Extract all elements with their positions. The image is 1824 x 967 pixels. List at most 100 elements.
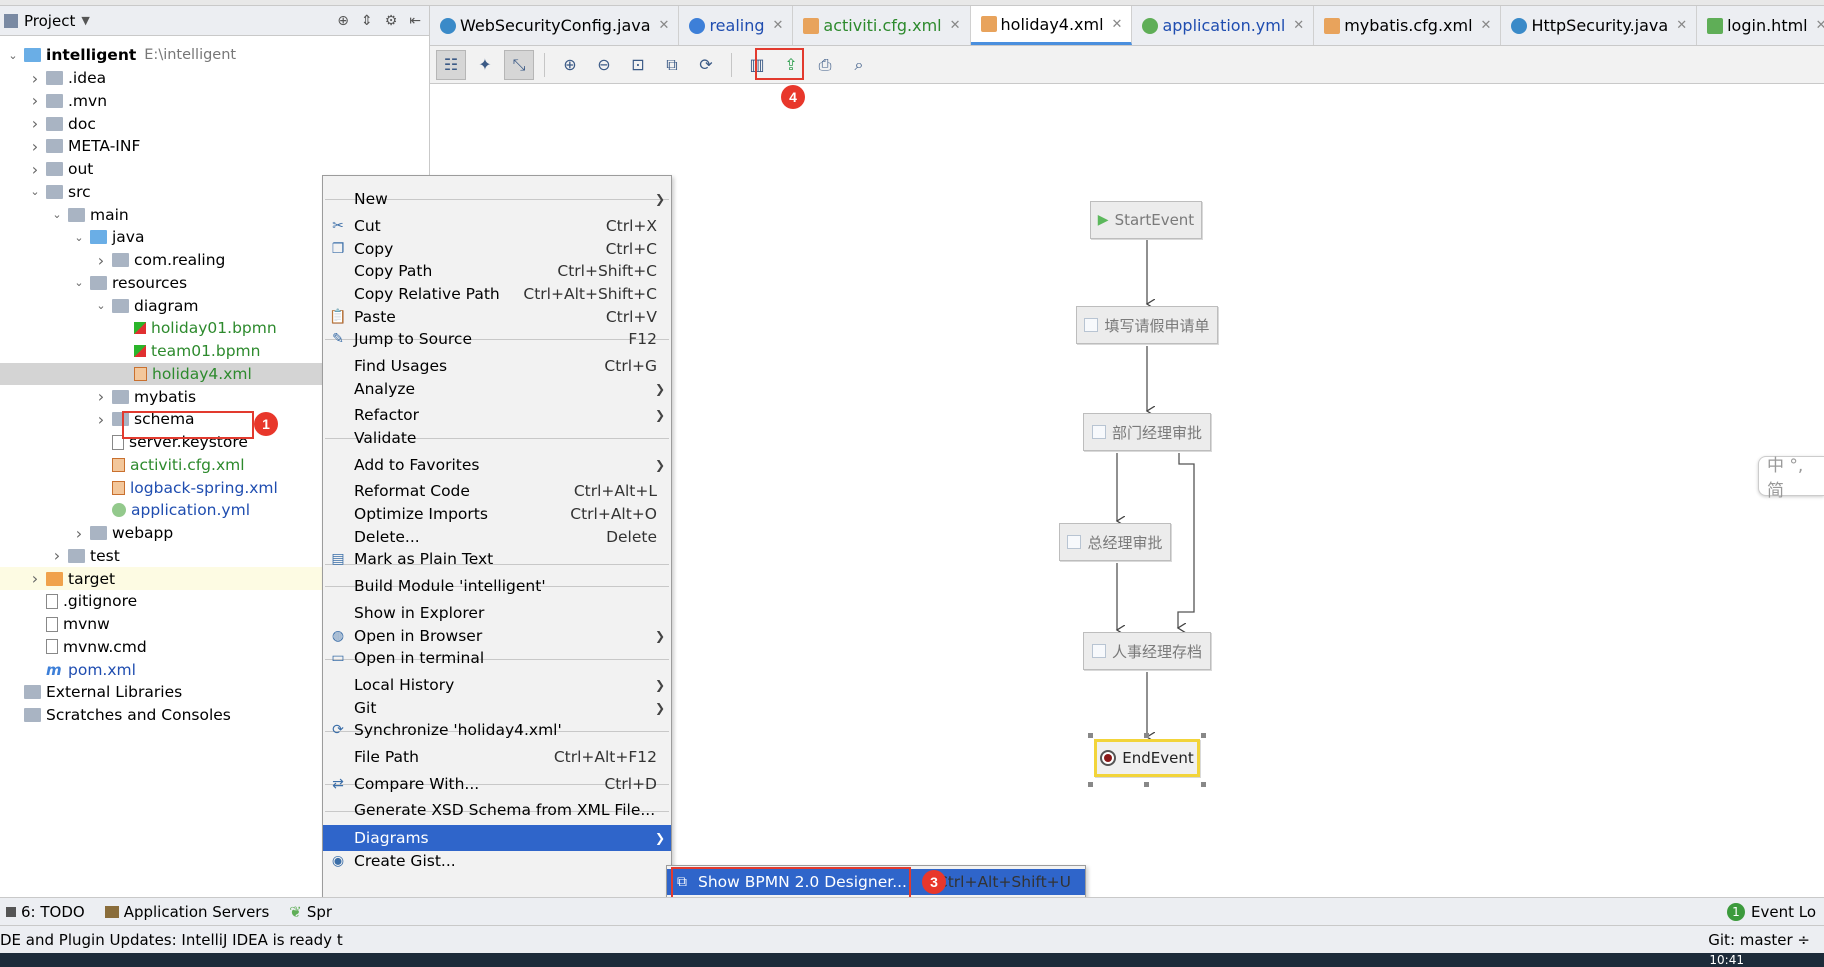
chevron-right-icon[interactable]: ›: [28, 569, 42, 588]
chevron-right-icon[interactable]: ›: [94, 387, 108, 406]
tree-item-label: doc: [68, 114, 96, 133]
folder-icon: [68, 548, 85, 563]
chevron-right-icon[interactable]: ›: [94, 251, 108, 270]
tree-item[interactable]: › .idea: [0, 67, 429, 90]
submenu-arrow-icon: ❯: [654, 678, 665, 692]
selection-handle[interactable]: [1088, 782, 1093, 787]
selection-handle[interactable]: [1144, 733, 1149, 738]
menu-item-shortcut: Ctrl+V: [605, 308, 657, 326]
menu-item-jump-to-source[interactable]: ✎ Jump to Source F12: [323, 326, 671, 352]
spring-tool-button[interactable]: ❦ Spr: [283, 903, 346, 921]
callout-1: 1: [254, 412, 278, 436]
chevron-down-icon[interactable]: ⌄: [28, 185, 42, 198]
tree-item[interactable]: › doc: [0, 112, 429, 135]
close-icon[interactable]: ✕: [950, 18, 961, 33]
application-servers-tool-button[interactable]: Application Servers: [99, 903, 284, 921]
editor-tab[interactable]: WebSecurityConfig.java ✕: [430, 6, 680, 45]
chevron-right-icon[interactable]: ›: [50, 546, 64, 565]
status-message[interactable]: DE and Plugin Updates: IntelliJ IDEA is …: [0, 931, 343, 949]
tree-item[interactable]: ⌄ intelligent E:\intelligent: [0, 44, 429, 67]
tree-item[interactable]: › META-INF: [0, 135, 429, 158]
menu-item-generate-xsd-schema-from-xml-file[interactable]: Generate XSD Schema from XML File...: [323, 797, 671, 823]
todo-icon: [6, 906, 16, 917]
locate-icon[interactable]: ⊕: [337, 13, 349, 29]
menu-item-open-in-terminal[interactable]: ▭ Open in terminal: [323, 645, 671, 671]
edge-mode-icon[interactable]: ⤡: [504, 49, 534, 80]
task-fill-leave-form[interactable]: 填写请假申请单: [1076, 306, 1218, 344]
tree-item-label: holiday4.xml: [152, 364, 252, 383]
chevron-right-icon[interactable]: ›: [28, 114, 42, 133]
selection-handle[interactable]: [1088, 733, 1093, 738]
menu-item-create-gist[interactable]: ◉ Create Gist...: [323, 848, 671, 874]
hide-panel-icon[interactable]: ⇤: [409, 13, 421, 29]
zoom-in-icon[interactable]: ⊕: [555, 50, 585, 80]
close-icon[interactable]: ✕: [659, 18, 670, 33]
collapse-all-icon[interactable]: ⇕: [361, 13, 373, 29]
close-icon[interactable]: ✕: [1112, 17, 1123, 32]
close-icon[interactable]: ✕: [1481, 18, 1492, 33]
tree-item[interactable]: › .mvn: [0, 90, 429, 113]
editor-tab-label: holiday4.xml: [1000, 14, 1104, 34]
event-log-button[interactable]: 1 Event Lo: [1726, 902, 1824, 921]
chevron-right-icon[interactable]: ›: [28, 137, 42, 156]
print-icon[interactable]: ⎙: [810, 50, 840, 80]
editor-tab[interactable]: holiday4.xml ✕: [970, 6, 1133, 45]
structure-view-icon[interactable]: ☷: [436, 49, 466, 80]
chevron-right-icon[interactable]: ›: [28, 160, 42, 179]
chevron-down-icon[interactable]: ⌄: [50, 208, 64, 221]
gear-icon[interactable]: ⚙: [385, 13, 398, 29]
editor-tab[interactable]: mybatis.cfg.xml ✕: [1314, 6, 1502, 45]
clock: 10:41: [1709, 953, 1744, 967]
ime-indicator[interactable]: 中 °, 简: [1758, 456, 1824, 501]
editor-tab[interactable]: HttpSecurity.java ✕: [1501, 6, 1698, 45]
apply-layout-icon[interactable]: ⟳: [691, 50, 721, 80]
zoom-out-icon[interactable]: ⊖: [589, 50, 619, 80]
close-icon[interactable]: ✕: [1676, 18, 1687, 33]
project-title[interactable]: Project: [24, 12, 75, 30]
menu-item-add-to-favorites[interactable]: Add to Favorites ❯: [323, 452, 671, 478]
editor-tab[interactable]: realing ✕: [679, 6, 794, 45]
selection-handle[interactable]: [1201, 782, 1206, 787]
todo-tool-button[interactable]: 6: TODO: [0, 903, 99, 921]
editor-tab-label: HttpSecurity.java: [1531, 16, 1669, 35]
chevron-down-icon[interactable]: ⌄: [72, 231, 86, 244]
chevron-right-icon[interactable]: ›: [94, 410, 108, 429]
menu-item-file-path[interactable]: File Path Ctrl+Alt+F12: [323, 744, 671, 770]
task-dept-manager-approval[interactable]: 部门经理审批: [1083, 413, 1211, 451]
chevron-down-icon[interactable]: ⌄: [94, 299, 108, 312]
chevron-down-icon[interactable]: ⌄: [72, 276, 86, 289]
pin-icon[interactable]: ✦: [470, 50, 500, 80]
menu-item-analyze[interactable]: Analyze ❯: [323, 376, 671, 402]
task-general-manager-approval[interactable]: 总经理审批: [1059, 523, 1171, 561]
close-icon[interactable]: ✕: [773, 18, 784, 33]
end-event-node[interactable]: EndEvent: [1094, 739, 1200, 777]
submenu-arrow-icon: ❯: [654, 831, 665, 845]
task-hr-archive[interactable]: 人事经理存档: [1083, 632, 1211, 670]
actual-size-icon[interactable]: ⊡: [623, 50, 653, 80]
chevron-right-icon[interactable]: ›: [28, 69, 42, 88]
tree-item-label: team01.bpmn: [151, 342, 261, 361]
dropdown-icon[interactable]: ▼: [81, 14, 89, 27]
chevron-down-icon[interactable]: ⌄: [6, 49, 20, 62]
start-event-node[interactable]: ▶ StartEvent: [1090, 201, 1202, 239]
editor-tab[interactable]: activiti.cfg.xml ✕: [793, 6, 971, 45]
chevron-right-icon[interactable]: ›: [72, 524, 86, 543]
selection-handle[interactable]: [1144, 782, 1149, 787]
menu-item-new[interactable]: New ❯: [323, 186, 671, 212]
print-preview-icon[interactable]: ⌕: [844, 50, 874, 80]
git-branch-widget[interactable]: Git: master ÷: [1708, 931, 1824, 949]
selection-handle[interactable]: [1201, 733, 1206, 738]
menu-item-mark-as-plain-text[interactable]: ▤ Mark as Plain Text: [323, 546, 671, 572]
menu-item-validate[interactable]: Validate: [323, 425, 671, 451]
menu-item-label: Show in Explorer: [354, 604, 485, 622]
menu-item-compare-with[interactable]: ⇄ Compare With... Ctrl+D: [323, 771, 671, 797]
editor-tab-label: WebSecurityConfig.java: [460, 16, 651, 35]
fit-content-icon[interactable]: ⧉: [657, 50, 687, 80]
menu-item-build-module-intelligent[interactable]: Build Module 'intelligent': [323, 573, 671, 599]
close-icon[interactable]: ✕: [1816, 18, 1824, 33]
close-icon[interactable]: ✕: [1293, 18, 1304, 33]
editor-tab[interactable]: login.html ✕: [1697, 6, 1824, 45]
editor-tab[interactable]: application.yml ✕: [1132, 6, 1315, 45]
chevron-right-icon[interactable]: ›: [28, 91, 42, 110]
menu-item-synchronize-holiday4-xml[interactable]: ⟳ Synchronize 'holiday4.xml': [323, 717, 671, 743]
